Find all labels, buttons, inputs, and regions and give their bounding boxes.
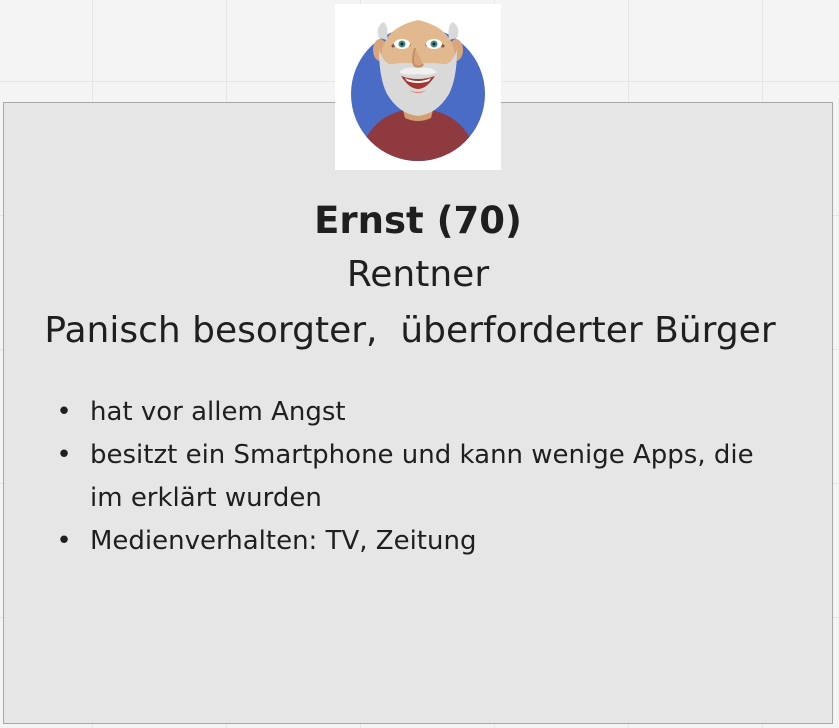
trait-text: Medienverhalten: TV, Zeitung xyxy=(90,526,477,556)
persona-name-age: Ernst (70) xyxy=(314,199,522,242)
trait-item: • hat vor allem Angst xyxy=(54,391,774,434)
bullet-icon: • xyxy=(56,397,72,427)
persona-card[interactable]: Ernst (70) Rentner Panisch besorgter, üb… xyxy=(3,102,833,724)
persona-occupation: Rentner xyxy=(346,254,490,295)
bullet-icon: • xyxy=(56,526,72,556)
bullet-icon: • xyxy=(56,440,72,470)
trait-text: hat vor allem Angst xyxy=(90,397,346,427)
persona-traits-list: • hat vor allem Angst • besitzt ein Smartp… xyxy=(54,391,774,563)
elderly-man-avatar-icon xyxy=(351,20,485,161)
trait-item: • besitzt ein Smartphone und kann wenige … xyxy=(54,434,774,520)
trait-text: besitzt ein Smartphone und kann wenige A… xyxy=(90,440,754,513)
trait-item: • Medienverhalten: TV, Zeitung xyxy=(54,520,774,563)
persona-avatar-image[interactable] xyxy=(335,4,501,170)
persona-tagline: Panisch besorgter, überforderter Bürger xyxy=(44,310,776,351)
